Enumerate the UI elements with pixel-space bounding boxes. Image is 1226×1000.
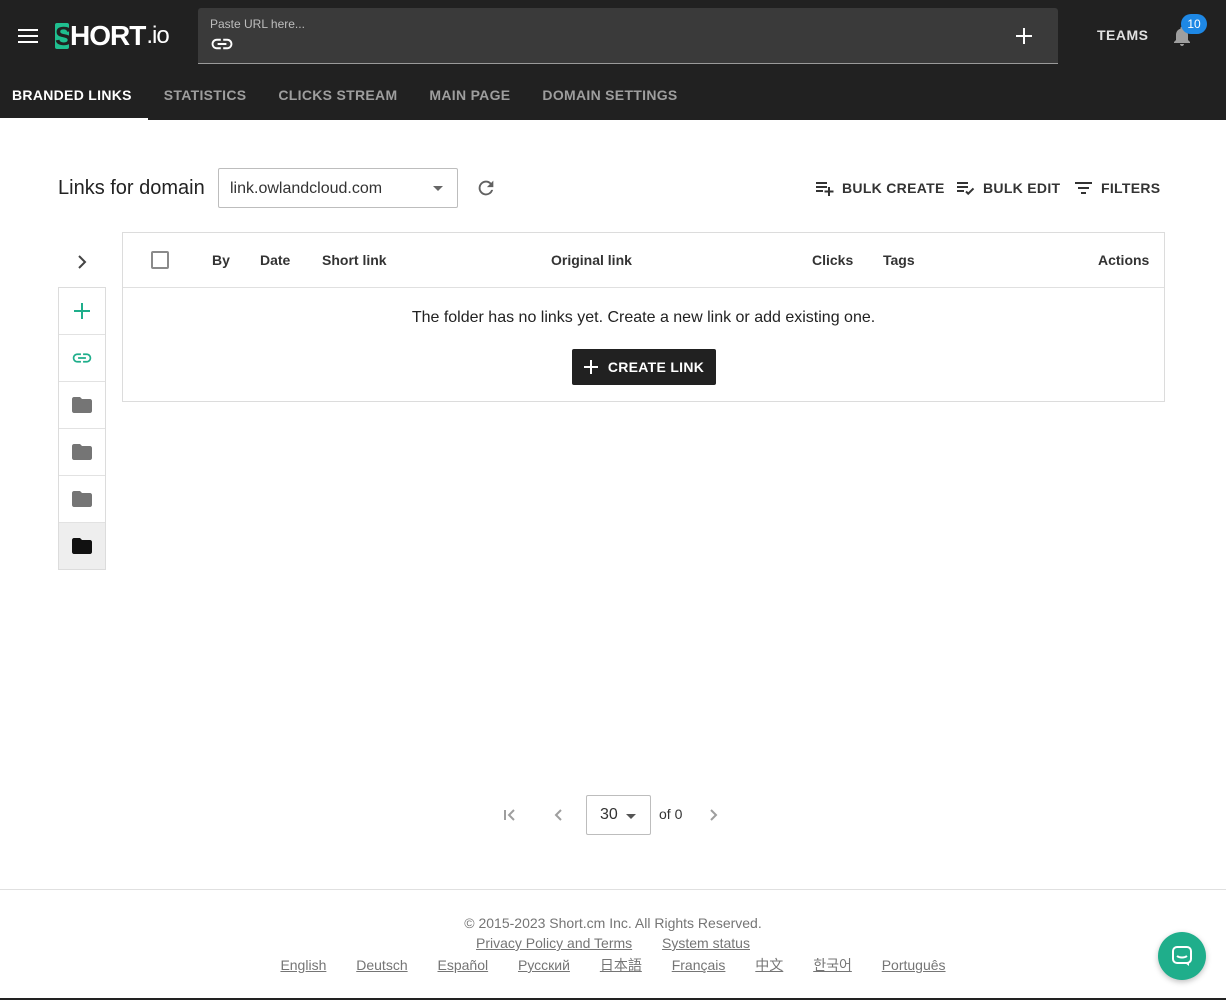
lang-espanol[interactable]: Español [438, 957, 489, 973]
lang-portugues[interactable]: Português [882, 957, 946, 973]
folder-icon [72, 397, 92, 413]
url-input[interactable]: Paste URL here... [198, 8, 1058, 64]
logo-tld: .io [146, 22, 169, 49]
column-original-link[interactable]: Original link [551, 252, 632, 268]
lang-russian[interactable]: Русский [518, 957, 570, 973]
copyright-text: © 2015-2023 Short.cm Inc. All Rights Res… [464, 915, 762, 931]
chevron-right-icon[interactable] [70, 250, 94, 274]
lang-chinese[interactable]: 中文 [755, 957, 783, 973]
plus-icon [583, 360, 598, 374]
links-table: By Date Short link Original link Clicks … [122, 232, 1165, 402]
teams-button[interactable]: TEAMS [1097, 27, 1149, 43]
bulk-edit-label: BULK EDIT [983, 180, 1061, 196]
filters-label: FILTERS [1101, 180, 1161, 196]
tab-domain-settings[interactable]: DOMAIN SETTINGS [526, 72, 693, 120]
chat-icon [1172, 946, 1192, 966]
tab-main-page[interactable]: MAIN PAGE [413, 72, 526, 120]
bulk-create-button[interactable]: BULK CREATE [816, 178, 945, 198]
url-input-placeholder: Paste URL here... [210, 17, 305, 31]
language-links: English Deutsch Español Русский 日本語 Fran… [0, 955, 1226, 975]
create-link-label: CREATE LINK [607, 359, 705, 375]
next-page-icon[interactable] [703, 805, 723, 825]
filter-icon [1075, 182, 1092, 194]
playlist-add-icon [816, 182, 834, 196]
column-date[interactable]: Date [260, 252, 290, 268]
folder-panel [58, 287, 106, 570]
logo[interactable]: S HORT .io [55, 20, 170, 52]
folder-icon [72, 538, 92, 554]
bulk-create-label: BULK CREATE [842, 180, 945, 196]
add-url-icon[interactable] [1012, 24, 1036, 48]
page-size-select[interactable]: 30 [586, 795, 651, 835]
bulk-edit-button[interactable]: BULK EDIT [957, 178, 1060, 198]
system-status-link[interactable]: System status [662, 935, 750, 951]
notification-badge: 10 [1181, 14, 1207, 34]
lang-japanese[interactable]: 日本語 [600, 957, 642, 973]
domain-select-value: link.owlandcloud.com [230, 180, 383, 197]
first-page-icon[interactable] [500, 805, 520, 825]
add-folder-button[interactable] [59, 288, 105, 335]
plus-icon [74, 303, 90, 319]
column-by[interactable]: By [212, 252, 230, 268]
page-title: Links for domain [58, 177, 205, 199]
refresh-icon[interactable] [475, 177, 497, 199]
empty-state-message: The folder has no links yet. Create a ne… [411, 309, 876, 326]
folder-icon [72, 444, 92, 460]
prev-page-icon[interactable] [549, 805, 569, 825]
top-header: S HORT .io Paste URL here... TEAMS 10 BR… [0, 0, 1226, 120]
page-count-label: of 0 [659, 806, 683, 822]
folder-icon [72, 491, 92, 507]
footer-divider [0, 889, 1226, 890]
link-icon [72, 353, 92, 363]
tab-clicks-stream[interactable]: CLICKS STREAM [262, 72, 413, 120]
column-short-link[interactable]: Short link [322, 252, 387, 268]
link-icon [211, 38, 233, 50]
lang-english[interactable]: English [280, 957, 326, 973]
nav-tabs: BRANDED LINKS STATISTICS CLICKS STREAM M… [0, 72, 694, 120]
folder-item[interactable] [59, 382, 105, 429]
logo-s-mark: S [55, 21, 72, 51]
privacy-policy-link[interactable]: Privacy Policy and Terms [476, 935, 632, 951]
select-all-checkbox[interactable] [151, 251, 169, 269]
tab-statistics[interactable]: STATISTICS [148, 72, 263, 120]
column-clicks[interactable]: Clicks [812, 252, 853, 268]
create-link-button[interactable]: CREATE LINK [572, 349, 716, 385]
column-actions: Actions [1098, 252, 1150, 268]
column-tags: Tags [883, 252, 915, 268]
folder-item-selected[interactable] [59, 523, 105, 569]
page-size-value: 30 [600, 806, 618, 823]
folder-item[interactable] [59, 476, 105, 523]
domain-select[interactable]: link.owlandcloud.com [218, 168, 458, 208]
lang-deutsch[interactable]: Deutsch [356, 957, 407, 973]
chat-button[interactable] [1158, 932, 1206, 980]
table-header: By Date Short link Original link Clicks … [123, 233, 1164, 288]
playlist-check-icon [957, 182, 975, 196]
caret-down-icon [433, 186, 443, 191]
lang-francais[interactable]: Français [672, 957, 726, 973]
logo-text: HORT [70, 20, 146, 51]
tab-branded-links[interactable]: BRANDED LINKS [0, 72, 148, 120]
folder-item[interactable] [59, 429, 105, 476]
folder-all-links[interactable] [59, 335, 105, 382]
lang-korean[interactable]: 한국어 [813, 957, 852, 973]
hamburger-icon [18, 29, 38, 43]
footer-links: Privacy Policy and Terms System status [0, 935, 1226, 951]
filters-button[interactable]: FILTERS [1075, 178, 1160, 198]
caret-down-icon [626, 814, 636, 819]
menu-button[interactable] [16, 24, 40, 48]
